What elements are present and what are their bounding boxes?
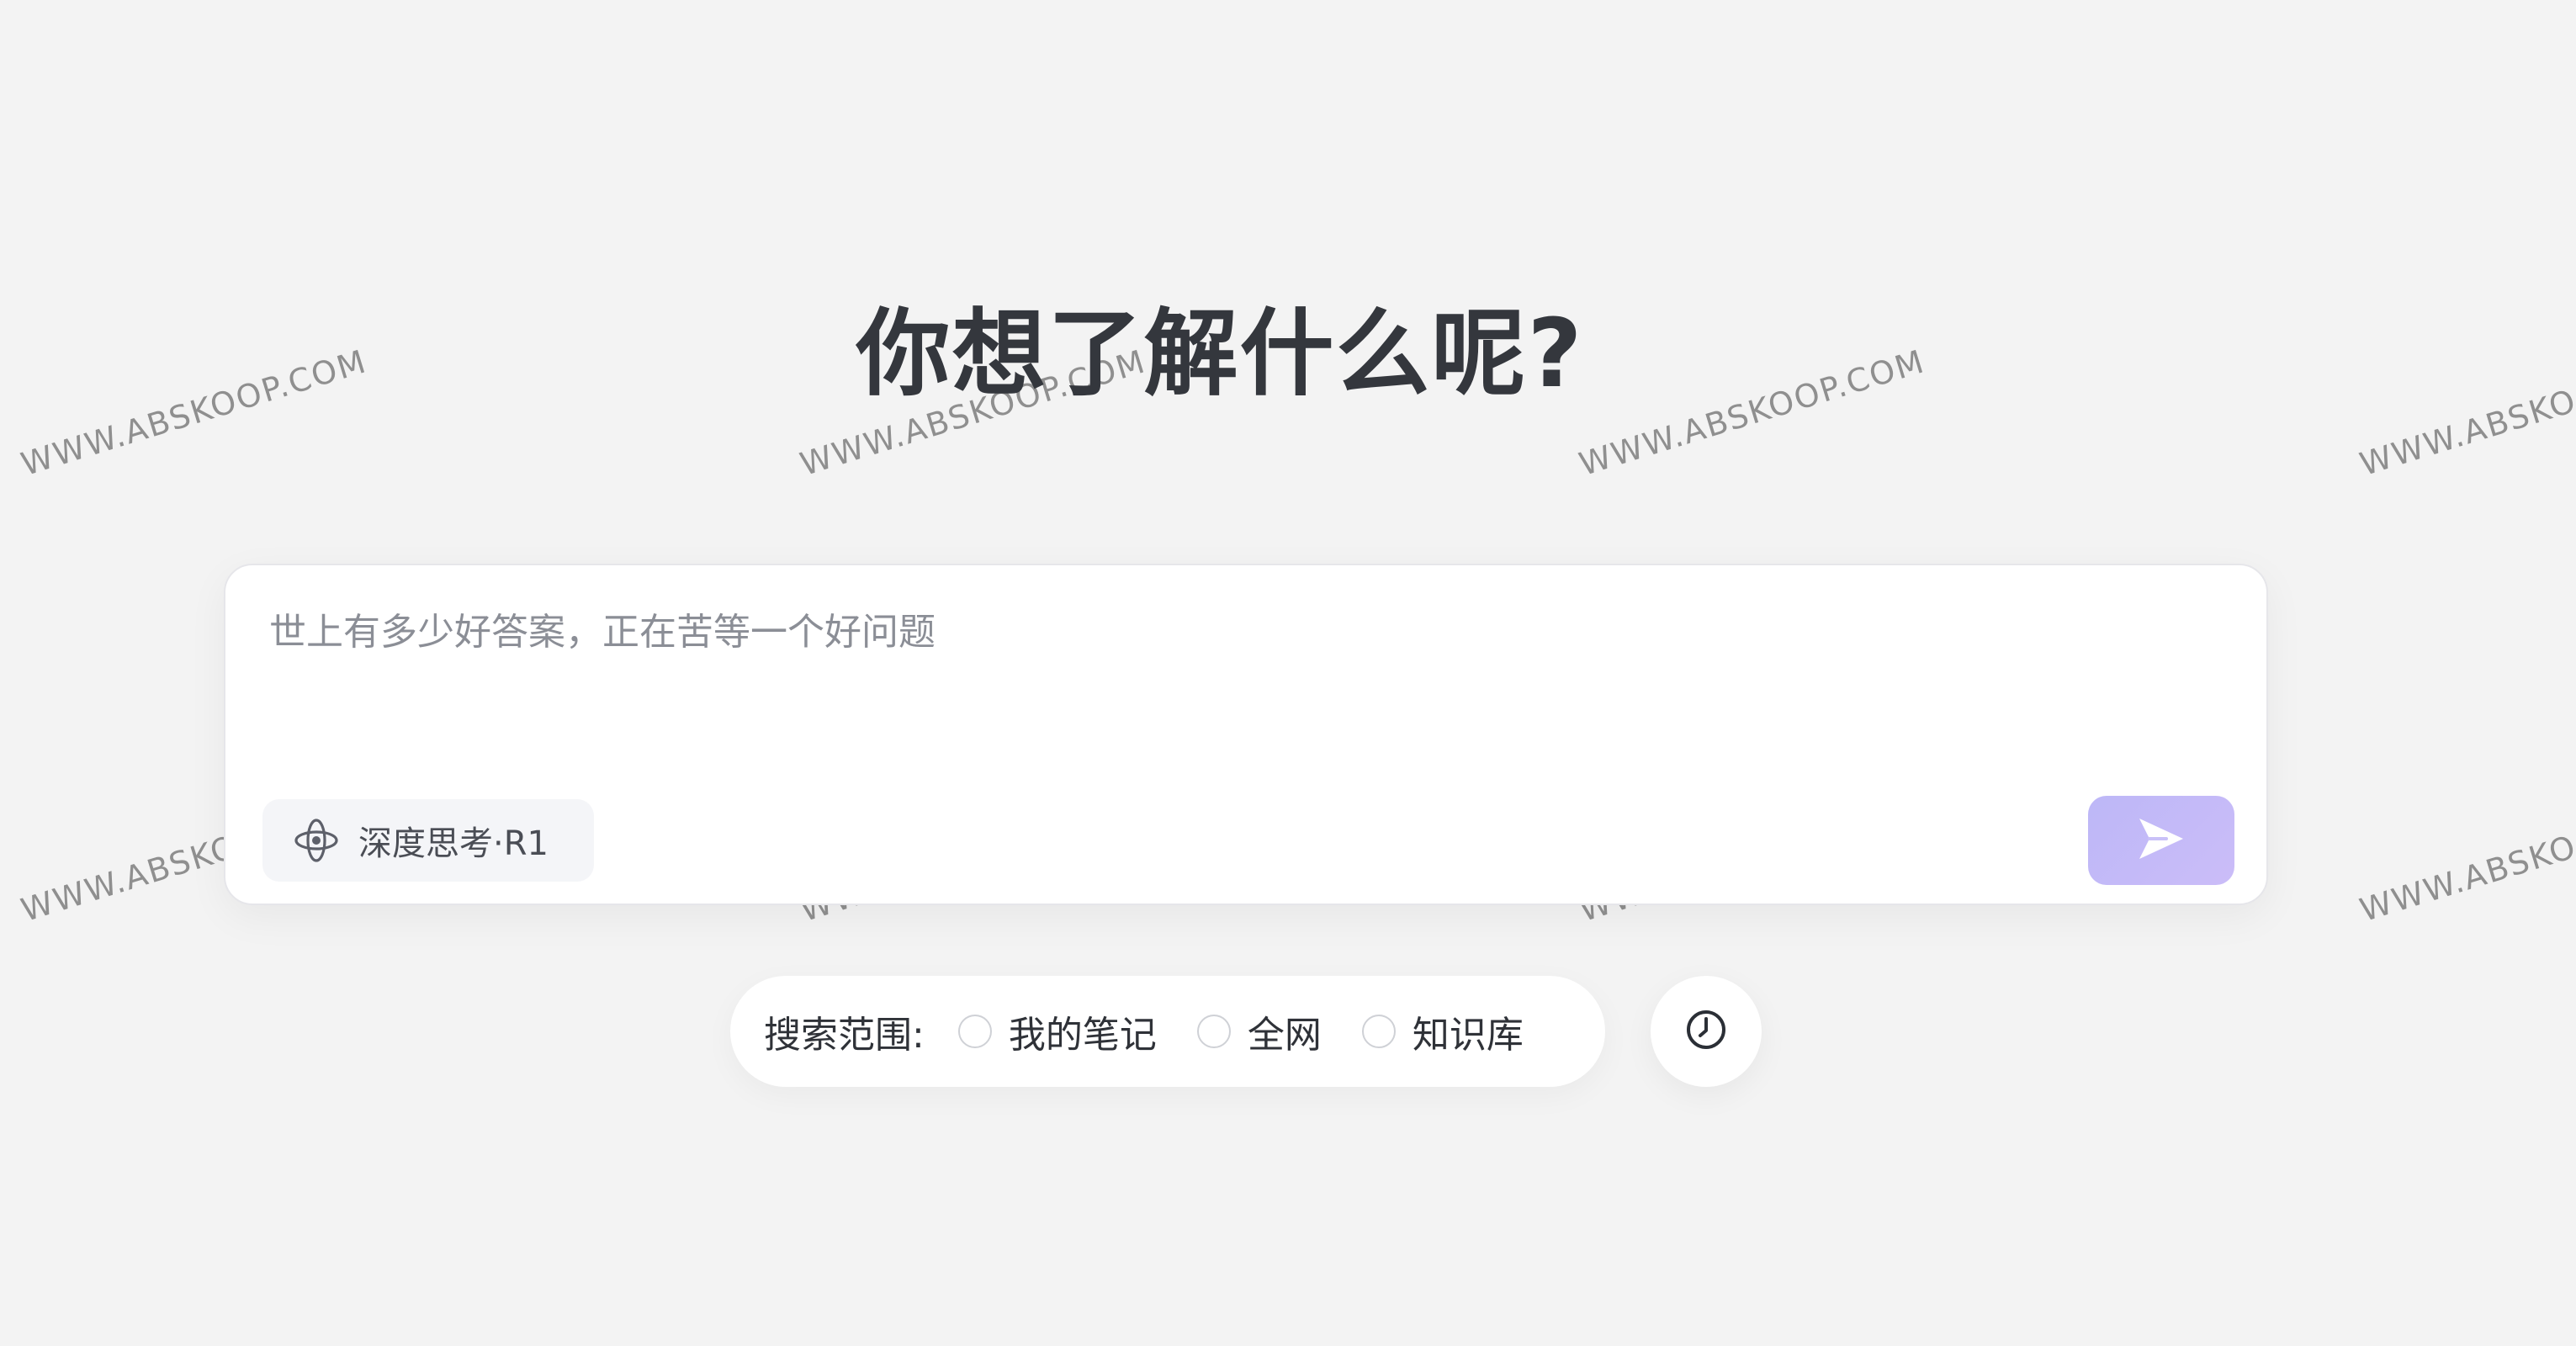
send-button[interactable] bbox=[2088, 796, 2234, 885]
watermark: WWW.ABSKOOP.COM bbox=[2356, 788, 2576, 930]
scope-option-label: 全网 bbox=[1247, 1014, 1322, 1057]
scope-option-my-notes[interactable]: 我的笔记 bbox=[957, 1004, 1157, 1058]
radio-button[interactable] bbox=[957, 1015, 992, 1048]
search-scope-label: 搜索范围: bbox=[764, 1014, 925, 1057]
atom-orbit-icon bbox=[291, 815, 342, 866]
scope-option-web[interactable]: 全网 bbox=[1196, 1004, 1322, 1058]
clock-icon bbox=[1684, 1008, 1728, 1055]
scope-option-label: 我的笔记 bbox=[1008, 1014, 1157, 1057]
scope-option-label: 知识库 bbox=[1412, 1014, 1524, 1057]
page-title: 你想了解什么呢? bbox=[856, 299, 1584, 409]
search-scope-bar: 搜索范围: 我的笔记 全网 知识库 bbox=[730, 976, 1605, 1087]
question-input[interactable] bbox=[269, 607, 2204, 742]
radio-button[interactable] bbox=[1196, 1015, 1231, 1048]
chat-input-box: 深度思考·R1 bbox=[224, 564, 2268, 905]
send-arrow-icon bbox=[2138, 817, 2185, 864]
deep-think-label: 深度思考·R1 bbox=[358, 824, 549, 863]
radio-button[interactable] bbox=[1361, 1015, 1396, 1048]
history-button[interactable] bbox=[1651, 976, 1762, 1087]
scope-option-knowledge-base[interactable]: 知识库 bbox=[1361, 1004, 1524, 1058]
deep-think-toggle-button[interactable]: 深度思考·R1 bbox=[262, 799, 594, 882]
